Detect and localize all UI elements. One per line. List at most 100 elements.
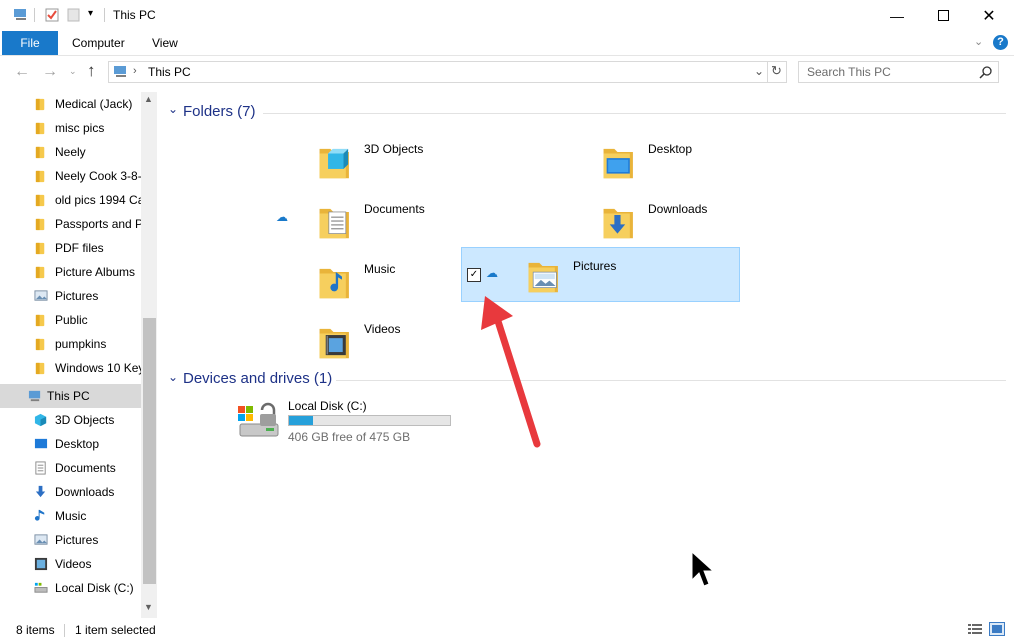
sidebar-item[interactable]: This PC (0, 384, 141, 408)
folder-0-icon (319, 148, 349, 179)
sidebar-item[interactable]: Videos (0, 552, 141, 576)
folder-name: Downloads (648, 202, 708, 216)
sidebar-item[interactable]: Public (0, 308, 141, 332)
search-input[interactable]: Search This PC (798, 61, 999, 83)
drive-icon (238, 402, 279, 437)
new-folder-icon[interactable] (66, 7, 82, 23)
sidebar-item[interactable]: Music (0, 504, 141, 528)
drive-icon (34, 581, 48, 595)
sidebar-item[interactable]: 3D Objects (0, 408, 141, 432)
close-button[interactable]: ✕ (966, 0, 1012, 31)
folder-tile[interactable]: Videos (236, 316, 516, 372)
sidebar-item-label: This PC (47, 389, 90, 403)
back-icon[interactable]: ← (14, 63, 30, 81)
maximize-button[interactable] (920, 0, 966, 31)
folder-name: Documents (364, 202, 425, 216)
folder-name: Music (364, 262, 396, 276)
folder-tile[interactable]: 3D Objects (236, 136, 516, 192)
navigation-pane: Medical (Jack) misc pics Neely Neely Cook 3… (0, 92, 157, 618)
folder-4-icon (319, 268, 349, 299)
downloads-icon (34, 485, 48, 499)
folder-icon (34, 169, 48, 183)
sidebar-item[interactable]: Medical (Jack) (0, 92, 141, 116)
sidebar-item[interactable]: Windows 10 Key (0, 356, 144, 380)
folder-icon (34, 337, 48, 351)
3d-objects-icon (34, 413, 48, 427)
folder-3-icon (603, 208, 633, 239)
sidebar-item-label: Videos (55, 557, 92, 571)
address-dropdown-icon[interactable]: ⌄ (754, 64, 764, 78)
customize-quick-access-icon[interactable]: ▾ (88, 8, 93, 19)
tab-computer[interactable]: Computer (72, 36, 125, 50)
folder-tile[interactable]: Downloads (520, 196, 800, 252)
folder-name: 3D Objects (364, 142, 424, 156)
cloud-sync-icon: ☁ (276, 210, 288, 224)
sidebar-item-label: Passports and Pa (55, 217, 150, 231)
title-bar: ▾ This PC — ✕ (0, 0, 1014, 31)
this-pc-icon (28, 389, 42, 403)
forward-icon[interactable]: → (42, 63, 58, 81)
sidebar-item-label: Documents (55, 461, 116, 475)
mouse-cursor-icon (691, 550, 715, 587)
folder-tile[interactable]: Desktop (520, 136, 800, 192)
folder-6-icon (319, 328, 349, 359)
drive-usage-fill (289, 416, 313, 425)
group-divider (336, 380, 1006, 381)
folders-group-header[interactable]: Folders (7) (183, 103, 256, 120)
devices-collapse-icon[interactable]: ⌄ (168, 370, 178, 384)
address-bar[interactable]: › This PC ⌄ ↻ (108, 61, 787, 83)
file-tab[interactable]: File (2, 31, 58, 55)
folder-1-icon (603, 148, 633, 179)
expand-ribbon-icon[interactable]: ⌄ (974, 35, 983, 48)
refresh-icon[interactable]: ↻ (771, 63, 782, 79)
details-view-icon[interactable] (968, 623, 982, 636)
folder-tile[interactable]: ☁ Documents (236, 196, 516, 252)
folders-collapse-icon[interactable]: ⌄ (168, 102, 178, 116)
sidebar-item-label: pumpkins (55, 337, 107, 351)
sidebar-item[interactable]: Passports and Pa (0, 212, 150, 236)
breadcrumb-chevron-icon[interactable]: › (133, 65, 137, 77)
up-icon[interactable]: ↑ (87, 61, 96, 81)
close-icon: ✕ (982, 7, 996, 25)
sidebar-item[interactable]: Neely (0, 140, 141, 164)
sidebar-item[interactable]: misc pics (0, 116, 141, 140)
recent-locations-icon[interactable]: ⌄ (69, 66, 77, 77)
group-divider (263, 113, 1006, 114)
search-icon[interactable] (979, 65, 993, 79)
large-icons-view-icon[interactable] (989, 622, 1005, 636)
sidebar-item[interactable]: PDF files (0, 236, 141, 260)
breadcrumb[interactable]: This PC (148, 65, 191, 79)
sidebar-item[interactable]: pumpkins (0, 332, 141, 356)
sidebar-item-label: 3D Objects (55, 413, 115, 427)
folder-name: Videos (364, 322, 401, 336)
sidebar-item[interactable]: Desktop (0, 432, 141, 456)
sidebar-item[interactable]: old pics 1994 Ca (0, 188, 144, 212)
annotation-arrow (481, 296, 541, 448)
minimize-button[interactable]: — (874, 0, 920, 31)
selection-count: 1 item selected (75, 623, 156, 637)
sidebar-item[interactable]: Pictures (0, 284, 141, 308)
this-pc-icon (114, 66, 126, 77)
scroll-up-icon[interactable]: ▲ (144, 94, 153, 104)
help-icon[interactable]: ? (993, 35, 1008, 50)
sidebar-item[interactable]: Downloads (0, 480, 141, 504)
nav-scrollbar-thumb[interactable] (143, 318, 156, 584)
sidebar-item-label: misc pics (55, 121, 105, 135)
documents-icon (34, 461, 48, 475)
properties-icon[interactable] (44, 7, 60, 23)
sidebar-item-label: Public (55, 313, 88, 327)
sidebar-item[interactable]: Local Disk (C:) (0, 576, 141, 600)
sidebar-item-label: Neely (55, 145, 86, 159)
sidebar-item[interactable]: Neely Cook 3-8- (0, 164, 142, 188)
sidebar-item[interactable]: Picture Albums (0, 260, 141, 284)
folder-icon (34, 241, 48, 255)
selection-checkbox[interactable]: ✓ (467, 268, 481, 282)
status-bar: 8 items 1 item selected (0, 618, 1014, 643)
tab-view[interactable]: View (152, 36, 178, 50)
sidebar-item[interactable]: Pictures (0, 528, 141, 552)
scroll-down-icon[interactable]: ▼ (144, 602, 153, 612)
maximize-icon (937, 10, 949, 21)
folder-icon (34, 217, 48, 231)
devices-group-header[interactable]: Devices and drives (1) (183, 370, 332, 387)
sidebar-item[interactable]: Documents (0, 456, 141, 480)
